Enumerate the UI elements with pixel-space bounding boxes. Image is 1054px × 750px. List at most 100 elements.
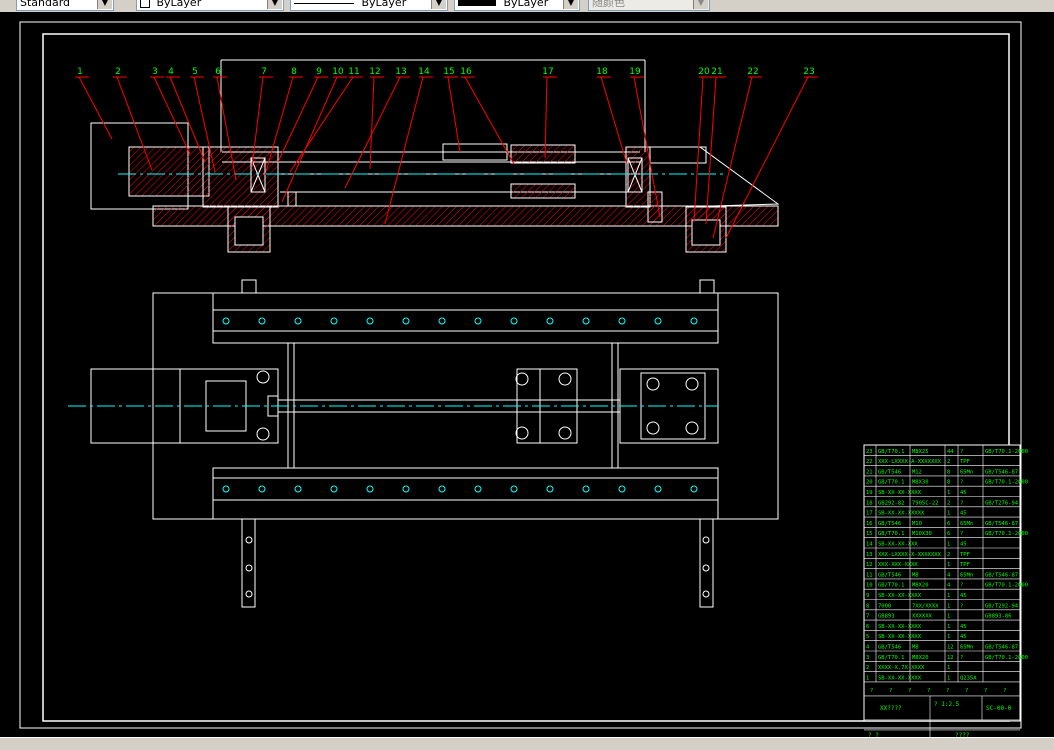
text-style-combo[interactable]: Standard ▼ [16,0,114,11]
table-cell: 1 [866,675,869,681]
table-cell: 7 [866,614,869,620]
table-cell: SB-XX-XX-XXXXX [878,511,925,517]
leg-hole [245,536,253,544]
bolt-hole [438,485,446,493]
table-cell: 2 [947,459,950,465]
leader-line [344,76,401,189]
drawing-canvas[interactable]: 1 2 3 4 5 6 7 8 9 10 11 12 13 14 15 16 17 18 19 20 21 22 23 [0,12,1054,737]
table-cell: GB/T546 [878,645,901,651]
table-cell: 45 [960,634,967,640]
leg-hole [245,590,253,598]
linetype-combo[interactable]: ByLayer ▼ [290,0,448,11]
table-cell: M10 [912,521,922,527]
table-cell: GB/T70.1 [878,655,905,661]
table-cell: M12 [912,469,922,475]
table-cell: 12 [866,562,873,568]
table-cell: GB/T70.1-2000 [985,655,1028,661]
table-cell: XXXX-X.7X-XXXX [878,665,925,671]
title-cell: ? [908,688,911,694]
table-cell: 15 [866,531,873,537]
leg-hole [702,564,710,572]
table-cell: 45 [960,542,967,548]
bolt-hole [222,485,230,493]
bolt-hole [582,317,590,325]
bolt-hole [294,317,302,325]
section-view [90,59,780,253]
table-cell: SB-XX-XX-XXX [878,542,918,548]
leader-line [384,76,424,225]
bolt-hole [546,317,554,325]
leg-hole [245,564,253,572]
table-cell: M8X30 [912,480,929,486]
table-cell: ? [960,603,963,609]
table-cell: GB/T70.1-2000 [985,449,1028,455]
mount-bolt [558,426,572,440]
color-combo[interactable]: ByLayer ▼ [136,0,284,11]
table-cell: 65Mn [960,572,973,578]
chevron-down-icon[interactable]: ▼ [267,0,282,9]
table-cell: SB-XX-XX-XXXX [878,490,922,496]
plot-style-combo[interactable]: 随颜色 ▼ [588,0,710,11]
bolt-hole [690,317,698,325]
table-cell: 16 [866,521,873,527]
table-cell: M10X30 [912,531,932,537]
leader-line [600,76,628,165]
table-cell: 7XX/XXXX [912,603,939,609]
table-cell: GB/T70.1 [878,449,905,455]
bolt-hole [258,317,266,325]
table-cell: GB/T70.1 [878,583,905,589]
table-cell: 45 [960,511,967,517]
leader-line [277,76,319,163]
table-cell: GB/T546-87 [985,645,1018,651]
title-cell: ? [927,688,930,694]
table-cell: 22 [866,459,873,465]
table-cell: 2 [947,500,950,506]
table-cell: M8X20 [912,583,929,589]
table-cell: 1 [947,665,950,671]
table-cell: GB/T546-87 [985,469,1018,475]
chevron-down-icon[interactable]: ▼ [97,0,112,9]
table-cell: GB/T546 [878,469,901,475]
table-cell: GB/T546 [878,521,901,527]
mount-bolt [646,421,660,435]
table-cell: M8 [912,572,919,578]
mount-bolt [256,370,270,384]
table-cell: GB893-86 [985,614,1012,620]
table-cell: SB-XX-XX-XXXX [878,593,922,599]
bolt-hole [366,317,374,325]
callout-number: 18 [596,67,608,77]
leader-line [705,76,717,225]
title-cell: ? [946,688,949,694]
table-cell: GB/T276-94 [985,500,1019,506]
table-cell: 19 [866,490,873,496]
status-bar [0,737,1054,750]
cad-drawing: 1 2 3 4 5 6 7 8 9 10 11 12 13 14 15 16 17 18 19 20 21 22 23 [19,21,1028,737]
lineweight-combo[interactable]: ByLayer ▼ [454,0,580,11]
chevron-down-icon[interactable]: ▼ [693,0,708,9]
chevron-down-icon[interactable]: ▼ [563,0,578,9]
table-cell: XXXXXX [912,614,933,620]
table-cell: 1 [947,562,950,568]
table-cell: 2 [866,665,869,671]
callout-number: 22 [747,67,758,77]
callout-number: 14 [418,67,430,77]
bolt-hole [402,317,410,325]
table-cell: M8 [912,645,919,651]
table-cell: 1 [947,593,950,599]
bolt-hole [546,485,554,493]
callout-number: 9 [316,67,322,77]
table-cell: 65Mn [960,521,973,527]
callout-number: 1 [77,67,83,77]
mount-bolt [685,377,699,391]
leader-line [78,76,113,140]
table-cell: 12 [947,645,954,651]
leg-hole [702,536,710,544]
table-cell: 45 [960,593,967,599]
bolt-hole [618,485,626,493]
callout-number: 16 [460,67,472,77]
linetype-value: ByLayer [361,0,407,9]
bolt-hole [330,317,338,325]
table-cell: GB/T70.1-2000 [985,531,1028,537]
chevron-down-icon[interactable]: ▼ [431,0,446,9]
table-cell: 1 [947,490,950,496]
